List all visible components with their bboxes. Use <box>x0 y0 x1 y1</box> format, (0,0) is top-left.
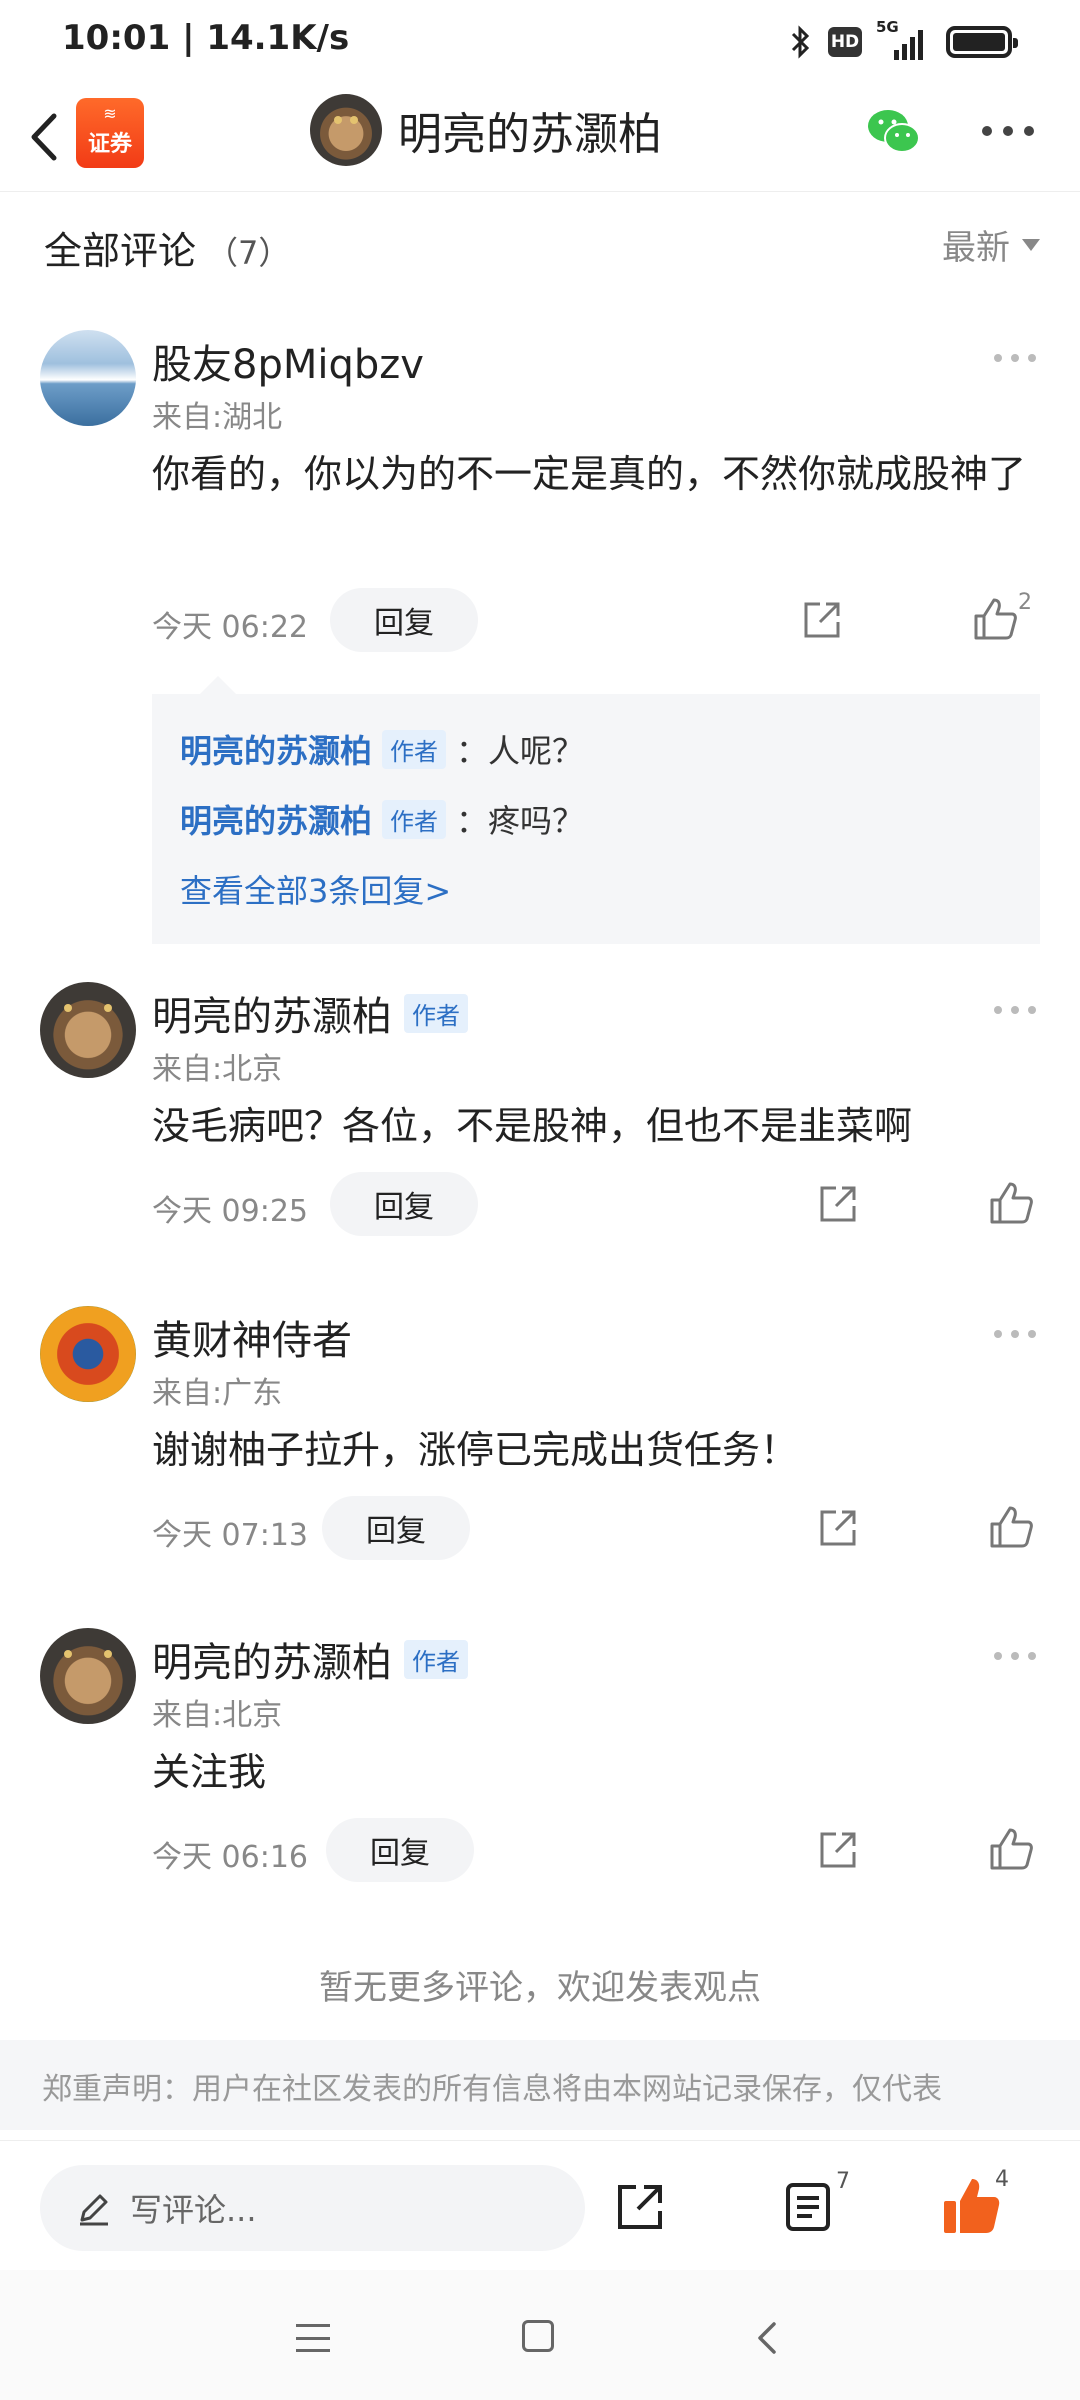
write-comment-placeholder: 写评论... <box>130 2191 257 2229</box>
reply-button[interactable]: 回复 <box>322 1496 470 1560</box>
comment-location: 来自:北京 <box>152 1052 283 1087</box>
status-time-speed: 10:01 | 14.1K/s <box>62 18 350 58</box>
comment-time: 今天 06:22 <box>152 610 308 645</box>
thumbs-up-icon[interactable] <box>988 1180 1034 1226</box>
top-header: ≋ 证券 明亮的苏灏柏 <box>0 84 1080 192</box>
comment-more-icon[interactable] <box>994 354 1036 364</box>
bottom-action-bar: 写评论... 7 4 <box>0 2140 1080 2270</box>
write-comment-input[interactable]: 写评论... <box>40 2165 585 2251</box>
app-logo[interactable]: ≋ 证券 <box>76 98 144 168</box>
comment-text: 没毛病吧？各位，不是股神，但也不是韭菜啊 <box>152 1104 913 1148</box>
author-badge: 作者 <box>382 729 447 769</box>
no-more-comments: 暂无更多评论，欢迎发表观点 <box>319 1968 761 2008</box>
comment-text: 关注我 <box>152 1750 267 1794</box>
comment-author[interactable]: 黄财神侍者 <box>152 1308 352 1366</box>
author-avatar[interactable] <box>310 94 382 166</box>
reply-box: 明亮的苏灏柏 作者 ：人呢？ 明亮的苏灏柏 作者 ：疼吗？ 查看全部3条回复> <box>152 676 1040 944</box>
reply-text: ：疼吗？ <box>456 802 585 840</box>
author-badge: 作者 <box>382 799 447 839</box>
thumbs-up-icon[interactable] <box>972 596 1018 642</box>
thumbs-up-filled-icon[interactable] <box>940 2175 1002 2237</box>
battery-icon <box>946 26 1018 58</box>
bluetooth-icon <box>791 25 810 59</box>
chevron-down-icon <box>1022 238 1040 251</box>
author-badge: 作者 <box>404 993 468 1033</box>
system-navigation-bar <box>0 2270 1080 2400</box>
author-badge: 作者 <box>404 1639 468 1679</box>
nav-back-icon[interactable] <box>752 2318 782 2358</box>
comments-count-badge: 7 <box>836 2169 850 2194</box>
comment-time: 今天 07:13 <box>152 1518 308 1553</box>
reply-item[interactable]: 明亮的苏灏柏 作者 ：人呢？ <box>180 714 1012 784</box>
share-icon[interactable] <box>612 2179 668 2235</box>
disclaimer: 郑重声明：用户在社区发表的所有信息将由本网站记录保存，仅代表 <box>0 2040 1080 2130</box>
comment-time: 今天 09:25 <box>152 1194 308 1229</box>
status-bar: 10:01 | 14.1K/s HD 5G <box>0 0 1080 84</box>
comment-more-icon[interactable] <box>994 1330 1036 1340</box>
signal-icon: 5G <box>876 18 932 62</box>
share-icon[interactable] <box>816 1182 860 1226</box>
wechat-share-icon[interactable] <box>864 102 924 162</box>
thumbs-up-icon[interactable] <box>988 1504 1034 1550</box>
avatar[interactable] <box>40 982 136 1078</box>
reply-author[interactable]: 明亮的苏灏柏 <box>180 726 372 772</box>
comment-text: 谢谢柚子拉升，涨停已完成出货任务！ <box>152 1428 799 1472</box>
reply-text: ：人呢？ <box>456 732 585 770</box>
reply-author[interactable]: 明亮的苏灏柏 <box>180 796 372 842</box>
view-all-replies-link[interactable]: 查看全部3条回复> <box>180 854 1012 924</box>
comment-location: 来自:北京 <box>152 1698 283 1733</box>
thumbs-up-icon[interactable] <box>988 1826 1034 1872</box>
avatar[interactable] <box>40 330 136 426</box>
comment-author[interactable]: 股友8pMiqbzv <box>152 332 424 390</box>
reply-item[interactable]: 明亮的苏灏柏 作者 ：疼吗？ <box>180 784 1012 854</box>
nav-menu-icon[interactable] <box>296 2324 330 2352</box>
comment-more-icon[interactable] <box>994 1006 1036 1016</box>
header-author[interactable]: 明亮的苏灏柏 <box>310 94 662 166</box>
like-count-badge: 4 <box>995 2167 1009 2192</box>
comment-author[interactable]: 明亮的苏灏柏 作者 <box>152 1630 468 1688</box>
reply-button[interactable]: 回复 <box>330 588 478 652</box>
share-icon[interactable] <box>800 598 844 642</box>
share-icon[interactable] <box>816 1828 860 1872</box>
pencil-icon <box>80 2194 108 2226</box>
status-icons: HD 5G <box>788 18 1018 62</box>
comment-author[interactable]: 明亮的苏灏柏 作者 <box>152 984 468 1042</box>
comment-location: 来自:湖北 <box>152 400 283 435</box>
reply-button[interactable]: 回复 <box>330 1172 478 1236</box>
logo-wave-icon: ≋ <box>103 104 117 123</box>
nav-home-icon[interactable] <box>522 2320 554 2352</box>
comment-text: 你看的，你以为的不一定是真的，不然你就成股神了 <box>152 452 1027 496</box>
more-options-icon[interactable] <box>982 126 1034 138</box>
back-arrow-icon[interactable] <box>20 102 70 172</box>
hd-badge: HD <box>828 27 862 57</box>
comment-time: 今天 06:16 <box>152 1840 308 1875</box>
like-count: 2 <box>1018 590 1032 615</box>
avatar[interactable] <box>40 1628 136 1724</box>
sort-dropdown[interactable]: 最新 <box>942 220 1040 269</box>
sort-label: 最新 <box>942 228 1010 268</box>
comments-list-icon[interactable] <box>784 2179 834 2235</box>
comment-count: （7） <box>206 234 291 272</box>
share-icon[interactable] <box>816 1506 860 1550</box>
all-comments-header: 全部评论 （7） <box>44 220 290 275</box>
comment-location: 来自:广东 <box>152 1376 283 1411</box>
page-title: 明亮的苏灏柏 <box>398 109 662 160</box>
comment-more-icon[interactable] <box>994 1652 1036 1662</box>
reply-button[interactable]: 回复 <box>326 1818 474 1882</box>
all-comments-title: 全部评论 <box>44 229 197 273</box>
avatar[interactable] <box>40 1306 136 1402</box>
network-type: 5G <box>876 18 899 36</box>
